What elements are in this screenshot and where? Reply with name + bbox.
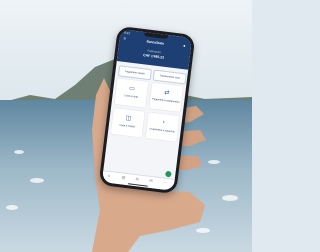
tab-more[interactable]: ⋯ <box>163 180 168 185</box>
home-indicator <box>127 183 148 187</box>
tile-investments[interactable]: ◔ Investimenti e risparmio <box>145 112 180 142</box>
tab-mail[interactable]: ✉ <box>149 178 153 183</box>
account-transfer-label: Trasferimento conti <box>159 74 180 80</box>
tab-home[interactable]: ⌂ <box>107 173 110 178</box>
wallet-icon: ◫ <box>125 115 132 123</box>
tile-label: Investimenti e risparmio <box>149 127 175 134</box>
chat-fab-button[interactable] <box>165 170 172 178</box>
app-screen: 9:41 ≡ BancaStato ● Patrimonio CHF 1'485… <box>101 29 193 191</box>
tile-cards[interactable]: ◫ Carte e TWINT <box>110 107 145 138</box>
tile-label: Conti e carte <box>124 94 138 99</box>
photo-background: 9:41 ≡ BancaStato ● Patrimonio CHF 1'485… <box>0 0 252 252</box>
quick-payment-label: Pagamento rapido <box>125 70 145 76</box>
chart-icon: ◔ <box>160 119 166 127</box>
status-time: 9:41 <box>124 30 131 36</box>
tile-label: Carte e TWINT <box>119 123 136 129</box>
tab-accounts[interactable]: ▤ <box>121 174 125 179</box>
tile-label: Pagamenti e trasferimenti <box>152 97 180 104</box>
profile-icon[interactable]: ● <box>183 43 186 48</box>
tile-accounts[interactable]: ▭ Conti e carte <box>114 78 149 108</box>
arrows-icon: ⇄ <box>163 89 170 97</box>
tab-payments[interactable]: ⇆ <box>135 176 139 181</box>
card-icon: ▭ <box>128 85 136 93</box>
tile-payments[interactable]: ⇄ Pagamenti e trasferimenti <box>149 82 184 113</box>
